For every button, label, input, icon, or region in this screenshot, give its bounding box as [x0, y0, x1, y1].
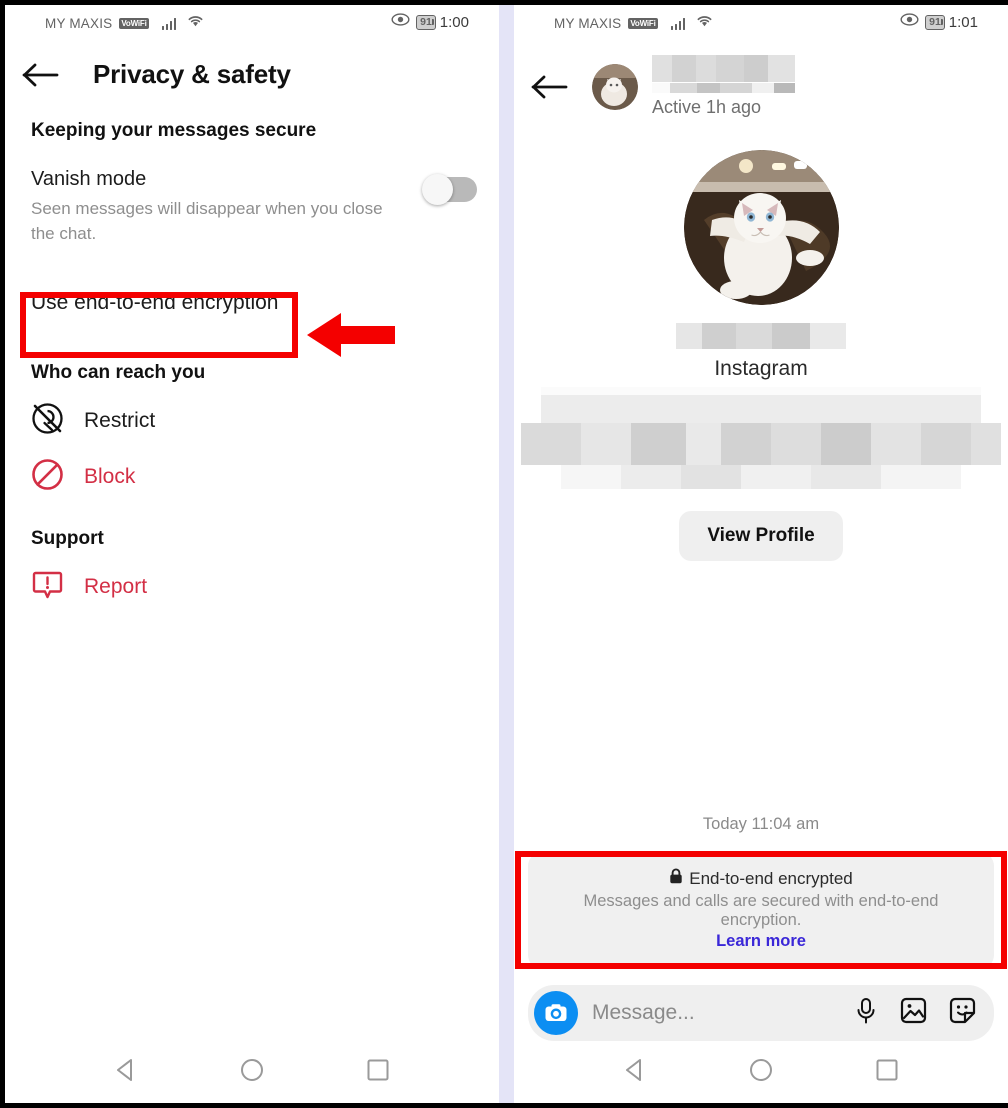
vanish-mode-toggle[interactable] — [422, 174, 477, 205]
section-heading-reach: Who can reach you — [31, 362, 206, 383]
status-bar-right-group: 91 1:01 — [900, 13, 978, 31]
wifi-icon — [187, 14, 204, 32]
wifi-icon — [696, 14, 713, 32]
screenshot-root: MY MAXIS VoWiFi 91 1:00 Privacy & safety… — [0, 0, 1008, 1108]
volte-badge: VoWiFi — [628, 17, 658, 29]
chat-header: Active 1h ago — [514, 45, 1008, 128]
chat-contact-info: Active 1h ago — [652, 55, 795, 118]
sticker-icon[interactable] — [949, 997, 976, 1029]
profile-avatar[interactable] — [683, 150, 839, 305]
active-status-label: Active 1h ago — [652, 97, 762, 117]
battery-icon: 91 — [416, 14, 436, 30]
back-arrow-icon[interactable] — [13, 62, 69, 88]
view-profile-button[interactable]: View Profile — [679, 511, 843, 561]
back-triangle-icon[interactable] — [113, 1057, 139, 1088]
carrier-label: MY MAXIS — [45, 15, 113, 31]
battery-icon: 91 — [925, 14, 945, 30]
profile-bio-redacted-line-1 — [541, 387, 981, 423]
panel-divider — [499, 5, 514, 1103]
vanish-mode-row[interactable]: Vanish mode Seen messages will disappear… — [5, 142, 499, 256]
profile-username-redacted — [676, 323, 846, 349]
list-item-label: Restrict — [84, 409, 156, 432]
left-phone-screen: MY MAXIS VoWiFi 91 1:00 Privacy & safety… — [5, 5, 499, 1103]
recents-square-icon[interactable] — [874, 1057, 900, 1088]
vanish-mode-subtitle: Seen messages will disappear when you cl… — [31, 199, 383, 243]
status-bar-left-group: MY MAXIS VoWiFi — [45, 14, 204, 32]
gallery-icon[interactable] — [900, 997, 927, 1029]
learn-more-link[interactable]: Learn more — [544, 932, 978, 951]
signal-bars-icon — [670, 17, 686, 30]
restrict-icon — [31, 402, 64, 440]
e2e-notice-description: Messages and calls are secured with end-… — [583, 892, 939, 929]
section-heading-secure: Keeping your messages secure — [31, 120, 317, 141]
use-end-to-end-encryption-row[interactable]: Use end-to-end encryption — [5, 280, 499, 326]
volte-badge: VoWiFi — [119, 17, 149, 29]
profile-bio-redacted-line-3 — [561, 465, 961, 489]
e2e-notice-title: End-to-end encrypted — [689, 868, 853, 888]
conversation-timestamp: Today 11:04 am — [702, 815, 820, 833]
contact-name-redacted — [652, 55, 795, 82]
avatar[interactable] — [592, 63, 638, 110]
home-circle-icon[interactable] — [748, 1057, 774, 1088]
back-triangle-icon[interactable] — [622, 1057, 648, 1088]
status-bar-right: MY MAXIS VoWiFi 91 1:01 — [514, 5, 1008, 45]
status-bar-right-group: 91 1:00 — [391, 13, 469, 31]
vanish-mode-title: Vanish mode — [31, 168, 147, 190]
profile-bio-redacted-line-2 — [521, 423, 1001, 465]
e2e-notice-title-row: End-to-end encrypted — [544, 868, 978, 889]
eye-icon — [391, 13, 410, 31]
list-item-label: Report — [84, 575, 148, 598]
section-heading-support: Support — [31, 528, 104, 549]
back-arrow-icon[interactable] — [522, 74, 578, 100]
end-to-end-encrypted-notice: End-to-end encrypted Messages and calls … — [528, 852, 994, 969]
use-end-to-end-encryption-label: Use end-to-end encryption — [31, 291, 279, 314]
camera-icon[interactable] — [534, 991, 578, 1035]
signal-bars-icon — [161, 17, 177, 30]
block-icon — [31, 458, 64, 496]
page-title: Privacy & safety — [93, 59, 291, 89]
clock-label: 1:01 — [948, 13, 978, 31]
message-composer: Message... — [528, 985, 994, 1041]
message-input[interactable]: Message... — [592, 1001, 854, 1025]
report-icon — [31, 568, 64, 606]
composer-icon-group — [854, 997, 976, 1030]
list-item-restrict[interactable]: Restrict — [5, 384, 499, 440]
conversation-bottom: Today 11:04 am End-to-end encrypted Mess… — [514, 815, 1008, 1041]
status-bar-left-group: MY MAXIS VoWiFi — [554, 14, 713, 32]
view-profile-container: View Profile — [514, 511, 1008, 561]
eye-icon — [900, 13, 919, 31]
android-nav-bar-right — [514, 1041, 1008, 1103]
microphone-icon[interactable] — [854, 997, 878, 1030]
android-nav-bar-left — [5, 1041, 499, 1103]
home-circle-icon[interactable] — [239, 1057, 265, 1088]
clock-label: 1:00 — [439, 13, 469, 31]
left-pointing-red-arrow — [305, 311, 397, 364]
privacy-safety-header: Privacy & safety — [5, 45, 499, 100]
right-phone-screen: MY MAXIS VoWiFi 91 1:01 Active 1h ago In… — [514, 5, 1008, 1103]
list-item-report[interactable]: Report — [5, 550, 499, 606]
list-item-block[interactable]: Block — [5, 440, 499, 496]
platform-label: Instagram — [714, 357, 808, 380]
list-item-label: Block — [84, 465, 136, 488]
lock-icon — [669, 868, 683, 889]
carrier-label: MY MAXIS — [554, 15, 622, 31]
status-bar-left: MY MAXIS VoWiFi 91 1:00 — [5, 5, 499, 45]
recents-square-icon[interactable] — [365, 1057, 391, 1088]
